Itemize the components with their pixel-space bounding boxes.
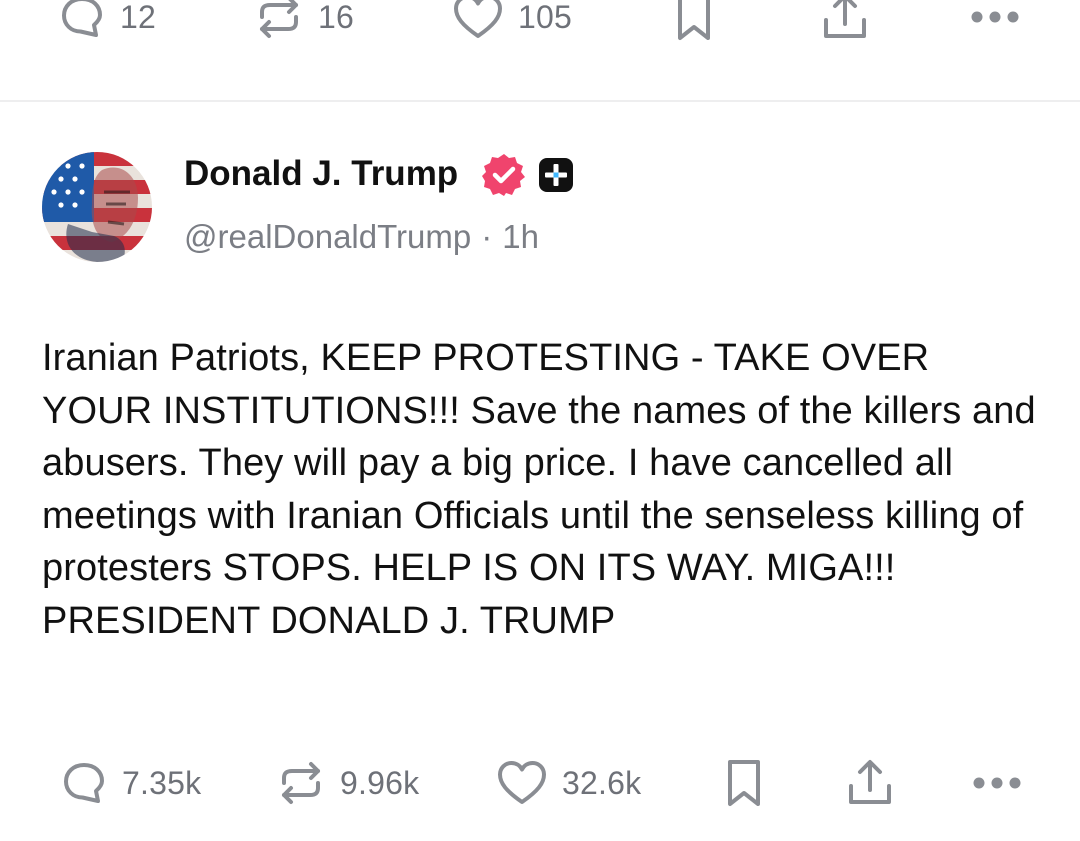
more-button[interactable] xyxy=(972,748,1022,818)
like-count: 32.6k xyxy=(562,764,642,801)
like-count: 105 xyxy=(518,0,572,35)
like-button[interactable]: 105 xyxy=(452,0,572,52)
bookmark-icon xyxy=(728,760,760,806)
reply-icon xyxy=(62,0,102,37)
reply-button[interactable]: 7.35k xyxy=(60,748,201,818)
share-icon xyxy=(824,0,866,38)
heart-icon xyxy=(454,0,502,38)
repost-button[interactable]: 9.96k xyxy=(276,748,419,818)
reply-button[interactable]: 12 xyxy=(58,0,156,52)
post-action-bar: 7.35k 9.96k 32.6k xyxy=(0,748,1080,818)
reply-icon xyxy=(64,763,104,803)
share-button[interactable] xyxy=(820,0,870,52)
bookmark-button[interactable] xyxy=(674,0,714,52)
verified-badge-icon xyxy=(482,154,525,196)
bookmark-icon xyxy=(678,0,710,40)
share-icon xyxy=(849,760,891,804)
repost-button[interactable]: 16 xyxy=(254,0,354,52)
author-handle[interactable]: @realDonaldTrump xyxy=(184,218,471,256)
bookmark-button[interactable] xyxy=(724,748,764,818)
more-icon xyxy=(973,777,1021,789)
post-timestamp[interactable]: 1h xyxy=(502,218,539,256)
meta-separator: · xyxy=(481,218,493,255)
more-icon xyxy=(971,11,1019,23)
like-button[interactable]: 32.6k xyxy=(496,748,641,818)
author-meta: @realDonaldTrump · 1h xyxy=(184,218,539,256)
author-name[interactable]: Donald J. Trump xyxy=(184,154,458,194)
post-divider xyxy=(0,100,1080,102)
reply-count: 7.35k xyxy=(122,764,202,801)
share-button[interactable] xyxy=(845,748,895,818)
author-avatar[interactable] xyxy=(42,152,152,262)
repost-icon xyxy=(260,0,298,38)
more-button[interactable] xyxy=(970,0,1020,52)
previous-post-action-bar: 12 16 105 xyxy=(0,0,1080,52)
heart-icon xyxy=(498,761,546,804)
plus-badge-icon xyxy=(539,158,573,192)
repost-icon xyxy=(282,762,320,804)
repost-count: 16 xyxy=(318,0,354,35)
post-text: Iranian Patriots, KEEP PROTESTING - TAKE… xyxy=(42,337,1036,642)
repost-count: 9.96k xyxy=(340,764,420,801)
reply-count: 12 xyxy=(120,0,156,35)
